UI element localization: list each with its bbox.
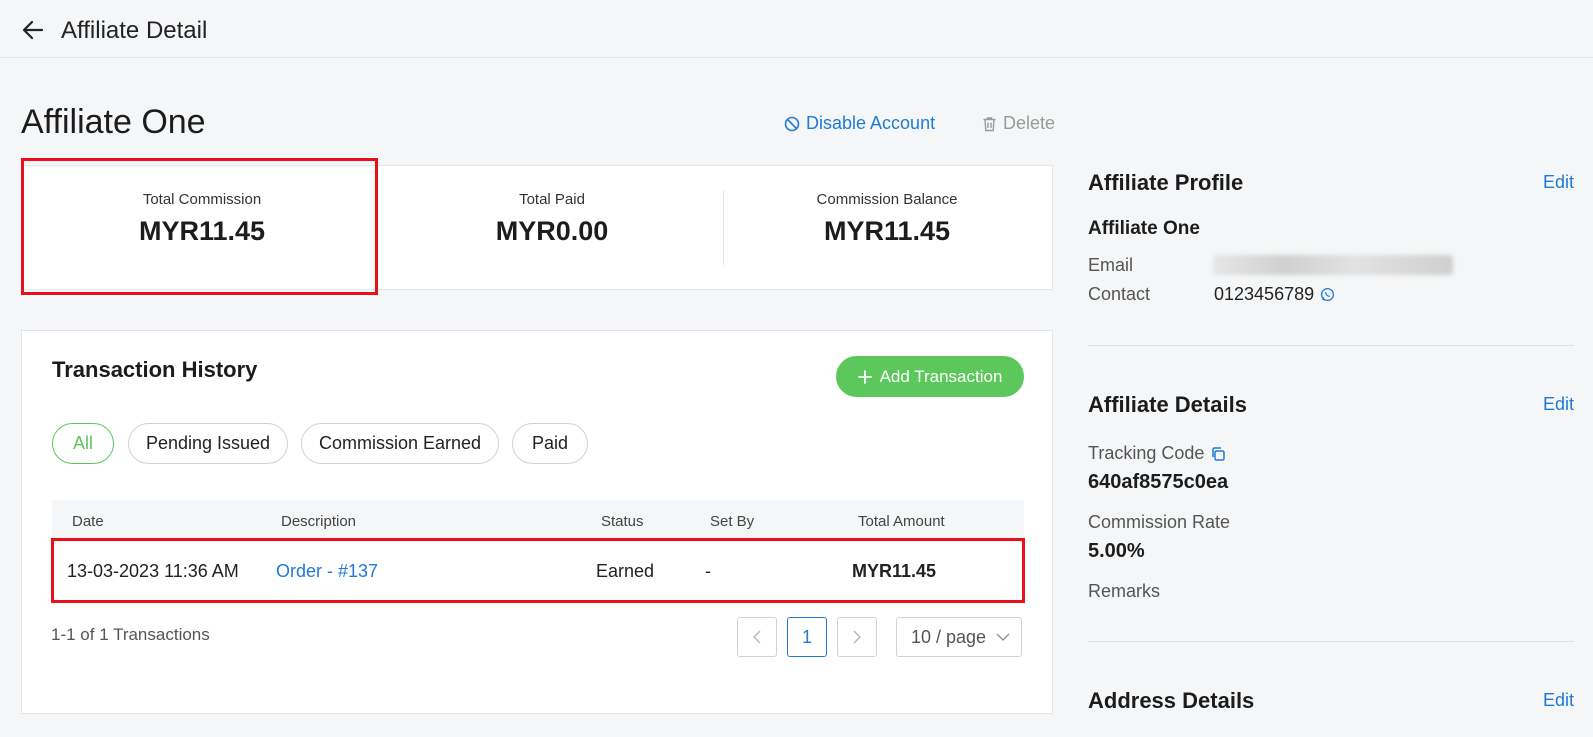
total-paid-stat: Total Paid MYR0.00: [382, 166, 722, 289]
chevron-right-icon: [852, 630, 862, 644]
commission-balance-stat: Commission Balance MYR11.45: [722, 166, 1052, 289]
email-value-blurred: [1213, 255, 1453, 275]
column-header-set-by[interactable]: Set By: [710, 513, 754, 530]
whatsapp-icon[interactable]: [1320, 287, 1335, 302]
contact-value-wrapper: 0123456789: [1214, 284, 1335, 305]
filter-pending-issued[interactable]: Pending Issued: [128, 423, 288, 464]
total-paid-value: MYR0.00: [495, 216, 609, 246]
page-number-button[interactable]: 1: [787, 617, 827, 657]
row-set-by: -: [705, 561, 711, 581]
column-header-status[interactable]: Status: [601, 513, 644, 530]
page-title: Affiliate One: [21, 103, 206, 141]
commission-summary-card: Total Commission MYR11.45 Total Paid MYR…: [21, 165, 1053, 290]
table-row[interactable]: 13-03-2023 11:36 AM Order - #137 Earned …: [52, 543, 1024, 603]
column-header-total-amount[interactable]: Total Amount: [858, 513, 945, 530]
column-header-description[interactable]: Description: [281, 513, 356, 530]
details-divider: [1088, 641, 1574, 642]
commission-rate-label: Commission Rate: [1088, 512, 1231, 532]
table-header: Date Description Status Set By Total Amo…: [52, 500, 1024, 542]
row-date: 13-03-2023 11:36 AM: [67, 561, 239, 581]
trash-icon: [982, 116, 997, 132]
delete-button[interactable]: Delete: [982, 113, 1055, 134]
tracking-code-label: Tracking Code: [1088, 443, 1205, 463]
total-commission-value: MYR11.45: [138, 216, 266, 246]
row-description-link[interactable]: Order - #137: [276, 561, 378, 582]
filter-paid[interactable]: Paid: [512, 423, 588, 464]
plus-icon: [857, 369, 872, 384]
page-size-value: 10 / page: [911, 626, 987, 647]
add-transaction-label: Add Transaction: [879, 366, 1003, 386]
email-label: Email: [1088, 255, 1134, 275]
transaction-history-title: Transaction History: [52, 357, 258, 382]
contact-value: 0123456789: [1214, 284, 1315, 304]
affiliate-profile-title: Affiliate Profile: [1088, 170, 1244, 195]
contact-label: Contact: [1088, 284, 1151, 304]
disable-account-button[interactable]: Disable Account: [784, 113, 935, 134]
ban-icon: [784, 116, 800, 132]
page-size-select[interactable]: 10 / page: [896, 617, 1022, 657]
affiliate-details-title: Affiliate Details: [1088, 392, 1247, 417]
previous-page-button[interactable]: [737, 617, 777, 657]
commission-rate-value: 5.00%: [1088, 540, 1145, 562]
add-transaction-button[interactable]: Add Transaction: [836, 356, 1024, 397]
total-commission-label: Total Commission: [142, 191, 262, 208]
edit-details-button[interactable]: Edit: [1543, 394, 1574, 415]
delete-label: Delete: [1003, 113, 1056, 133]
copy-icon[interactable]: [1210, 446, 1226, 462]
disable-account-label: Disable Account: [806, 113, 936, 133]
transaction-count: 1-1 of 1 Transactions: [51, 625, 210, 644]
commission-balance-label: Commission Balance: [816, 191, 958, 208]
remarks-label: Remarks: [1088, 581, 1161, 601]
row-total-amount: MYR11.45: [852, 561, 937, 581]
profile-name: Affiliate One: [1088, 218, 1200, 239]
arrow-left-icon[interactable]: [22, 19, 44, 41]
row-status: Earned: [596, 561, 655, 581]
total-commission-stat: Total Commission MYR11.45: [22, 166, 382, 289]
top-bar: Affiliate Detail: [0, 0, 1593, 58]
chevron-left-icon: [752, 630, 762, 644]
edit-profile-button[interactable]: Edit: [1543, 172, 1574, 193]
filter-all[interactable]: All: [52, 423, 114, 464]
profile-divider: [1088, 345, 1574, 346]
transaction-history-card: Transaction History Add Transaction All …: [21, 330, 1053, 714]
tracking-code-label-wrapper: Tracking Code: [1088, 443, 1226, 464]
commission-balance-value: MYR11.45: [823, 216, 951, 246]
address-details-title: Address Details: [1088, 688, 1255, 713]
next-page-button[interactable]: [837, 617, 877, 657]
column-header-date[interactable]: Date: [72, 513, 104, 530]
chevron-down-icon: [996, 632, 1010, 642]
edit-address-button[interactable]: Edit: [1543, 690, 1574, 711]
header-title: Affiliate Detail: [61, 17, 208, 44]
total-paid-label: Total Paid: [519, 191, 585, 208]
tracking-code-value: 640af8575c0ea: [1088, 471, 1229, 493]
filter-commission-earned[interactable]: Commission Earned: [301, 423, 499, 464]
